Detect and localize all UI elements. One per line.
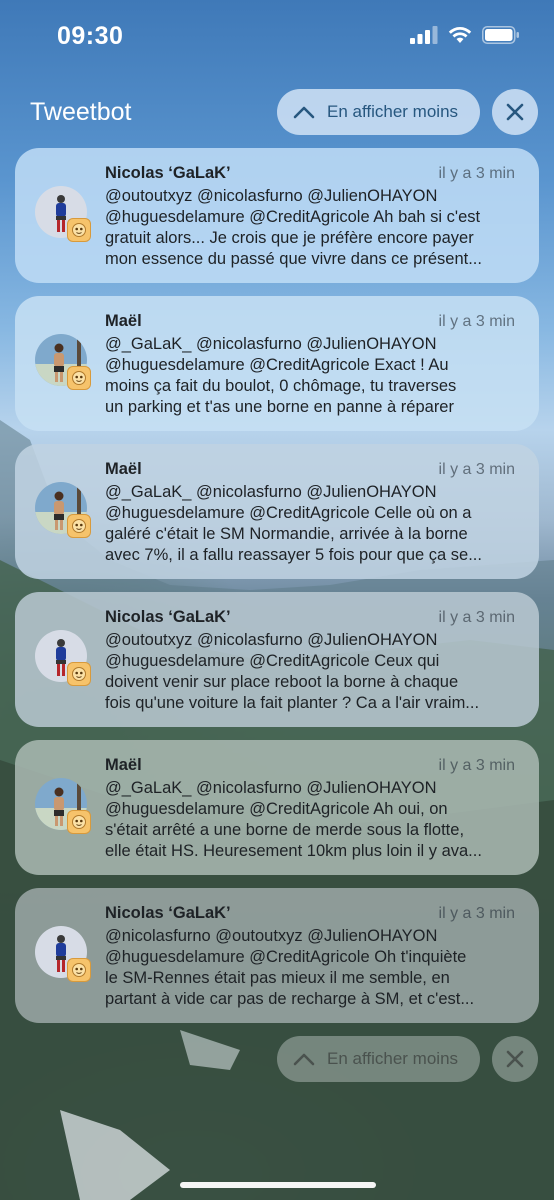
status-bar: 09:30 — [0, 0, 554, 70]
notification-card[interactable]: Maël il y a 3 min @_GaLaK_ @nicolasfurno… — [15, 740, 539, 875]
notification-time: il y a 3 min — [438, 313, 515, 330]
show-less-button-bottom[interactable]: En afficher moins — [277, 1036, 480, 1082]
notification-body-line: s'était arrêté a une borne de merde sous… — [105, 821, 465, 839]
status-icons — [410, 26, 520, 44]
notification-card[interactable]: Nicolas ‘GaLaK’ il y a 3 min @outoutxyz … — [15, 592, 539, 727]
tweetbot-app-icon — [67, 218, 91, 242]
notification-author: Maël — [105, 460, 142, 478]
avatar — [35, 778, 93, 836]
notification-body-line: moins ça fait du boulot, 0 chômage, tu t… — [105, 377, 457, 395]
notification-group-header: Tweetbot En afficher moins — [0, 86, 554, 138]
notification-body-line: le SM-Rennes était pas mieux il me sembl… — [105, 969, 450, 987]
notification-body-line: @huguesdelamure @CreditAgricole Ah oui, … — [105, 800, 448, 818]
notification-body-line: @huguesdelamure @CreditAgricole Ah bah s… — [105, 208, 481, 226]
notification-body: @outoutxyz @nicolasfurno @JulienOHAYON @h… — [105, 630, 517, 714]
show-less-label: En afficher moins — [327, 102, 459, 121]
notification-body-line: @outoutxyz @nicolasfurno @JulienOHAYON — [105, 631, 438, 649]
notification-author: Nicolas ‘GaLaK’ — [105, 904, 231, 922]
notification-body: @_GaLaK_ @nicolasfurno @JulienOHAYON @hug… — [105, 334, 517, 418]
notification-body-line: @huguesdelamure @CreditAgricole Exact ! … — [105, 356, 449, 374]
notification-body-line: un parking et t'as une borne en panne à … — [105, 398, 454, 416]
tweetbot-app-icon — [67, 810, 91, 834]
notification-card[interactable]: Nicolas ‘GaLaK’ il y a 3 min @nicolasfur… — [15, 888, 539, 1023]
status-time: 09:30 — [57, 22, 124, 50]
notification-body-line: @_GaLaK_ @nicolasfurno @JulienOHAYON — [105, 483, 437, 501]
notification-body: @outoutxyz @nicolasfurno @JulienOHAYON @h… — [105, 186, 517, 270]
chevron-up-icon — [293, 106, 315, 119]
notification-body-line: @outoutxyz @nicolasfurno @JulienOHAYON — [105, 187, 438, 205]
close-group-button[interactable] — [492, 89, 538, 135]
notification-body-line: fois qu'une voiture la fait planter ? Ca… — [105, 694, 480, 712]
avatar — [35, 186, 93, 244]
notification-body-line: elle était HS. Heuresement 10km plus loi… — [105, 842, 482, 860]
notification-author: Nicolas ‘GaLaK’ — [105, 608, 231, 626]
notification-body-line: avec 7%, il a fallu reassayer 5 fois pou… — [105, 546, 482, 564]
notification-body-line: mon essence du passé que vivre dans ce p… — [105, 250, 482, 268]
notification-body-line: @_GaLaK_ @nicolasfurno @JulienOHAYON — [105, 335, 437, 353]
close-icon — [506, 103, 524, 121]
notification-time: il y a 3 min — [438, 905, 515, 922]
notification-body-line: galéré c'était le SM Normandie, arrivée … — [105, 525, 468, 543]
show-less-label: En afficher moins — [327, 1049, 459, 1068]
notification-body: @_GaLaK_ @nicolasfurno @JulienOHAYON @hug… — [105, 482, 517, 566]
app-name: Tweetbot — [30, 98, 132, 126]
tweetbot-app-icon — [67, 514, 91, 538]
notification-body-line: @huguesdelamure @CreditAgricole Celle où… — [105, 504, 472, 522]
notification-author: Maël — [105, 312, 142, 330]
notification-body-line: @nicolasfurno @outoutxyz @JulienOHAYON — [105, 927, 438, 945]
cellular-signal-icon — [410, 26, 438, 44]
tweetbot-app-icon — [67, 958, 91, 982]
notification-body: @nicolasfurno @outoutxyz @JulienOHAYON @h… — [105, 926, 517, 1010]
notification-card[interactable]: Maël il y a 3 min @_GaLaK_ @nicolasfurno… — [15, 444, 539, 579]
notification-card[interactable]: Nicolas ‘GaLaK’ il y a 3 min @outoutxyz … — [15, 148, 539, 283]
notification-author: Maël — [105, 756, 142, 774]
notification-body: @_GaLaK_ @nicolasfurno @JulienOHAYON @hug… — [105, 778, 517, 862]
notification-time: il y a 3 min — [438, 757, 515, 774]
home-indicator[interactable] — [180, 1182, 376, 1188]
avatar — [35, 334, 93, 392]
notification-body-line: @huguesdelamure @CreditAgricole Ceux qui — [105, 652, 440, 670]
notification-body-line: partant à vide car pas de recharge à SM,… — [105, 990, 475, 1008]
notification-time: il y a 3 min — [438, 165, 515, 182]
notification-body-line: gratuit alors... Je crois que je préfère… — [105, 229, 474, 247]
notification-body-line: doivent venir sur place reboot la borne … — [105, 673, 459, 691]
chevron-up-icon — [293, 1053, 315, 1066]
tweetbot-app-icon — [67, 366, 91, 390]
tweetbot-app-icon — [67, 662, 91, 686]
notification-author: Nicolas ‘GaLaK’ — [105, 164, 231, 182]
avatar — [35, 482, 93, 540]
notification-time: il y a 3 min — [438, 461, 515, 478]
close-group-button-bottom[interactable] — [492, 1036, 538, 1082]
close-icon — [506, 1050, 524, 1068]
battery-icon — [482, 26, 519, 44]
notification-body-line: @_GaLaK_ @nicolasfurno @JulienOHAYON — [105, 779, 437, 797]
wifi-icon — [448, 27, 472, 43]
show-less-button[interactable]: En afficher moins — [277, 89, 480, 135]
notification-time: il y a 3 min — [438, 609, 515, 626]
notification-card[interactable]: Maël il y a 3 min @_GaLaK_ @nicolasfurno… — [15, 296, 539, 431]
notification-body-line: @huguesdelamure @CreditAgricole Oh t'inq… — [105, 948, 467, 966]
avatar — [35, 926, 93, 984]
avatar — [35, 630, 93, 688]
